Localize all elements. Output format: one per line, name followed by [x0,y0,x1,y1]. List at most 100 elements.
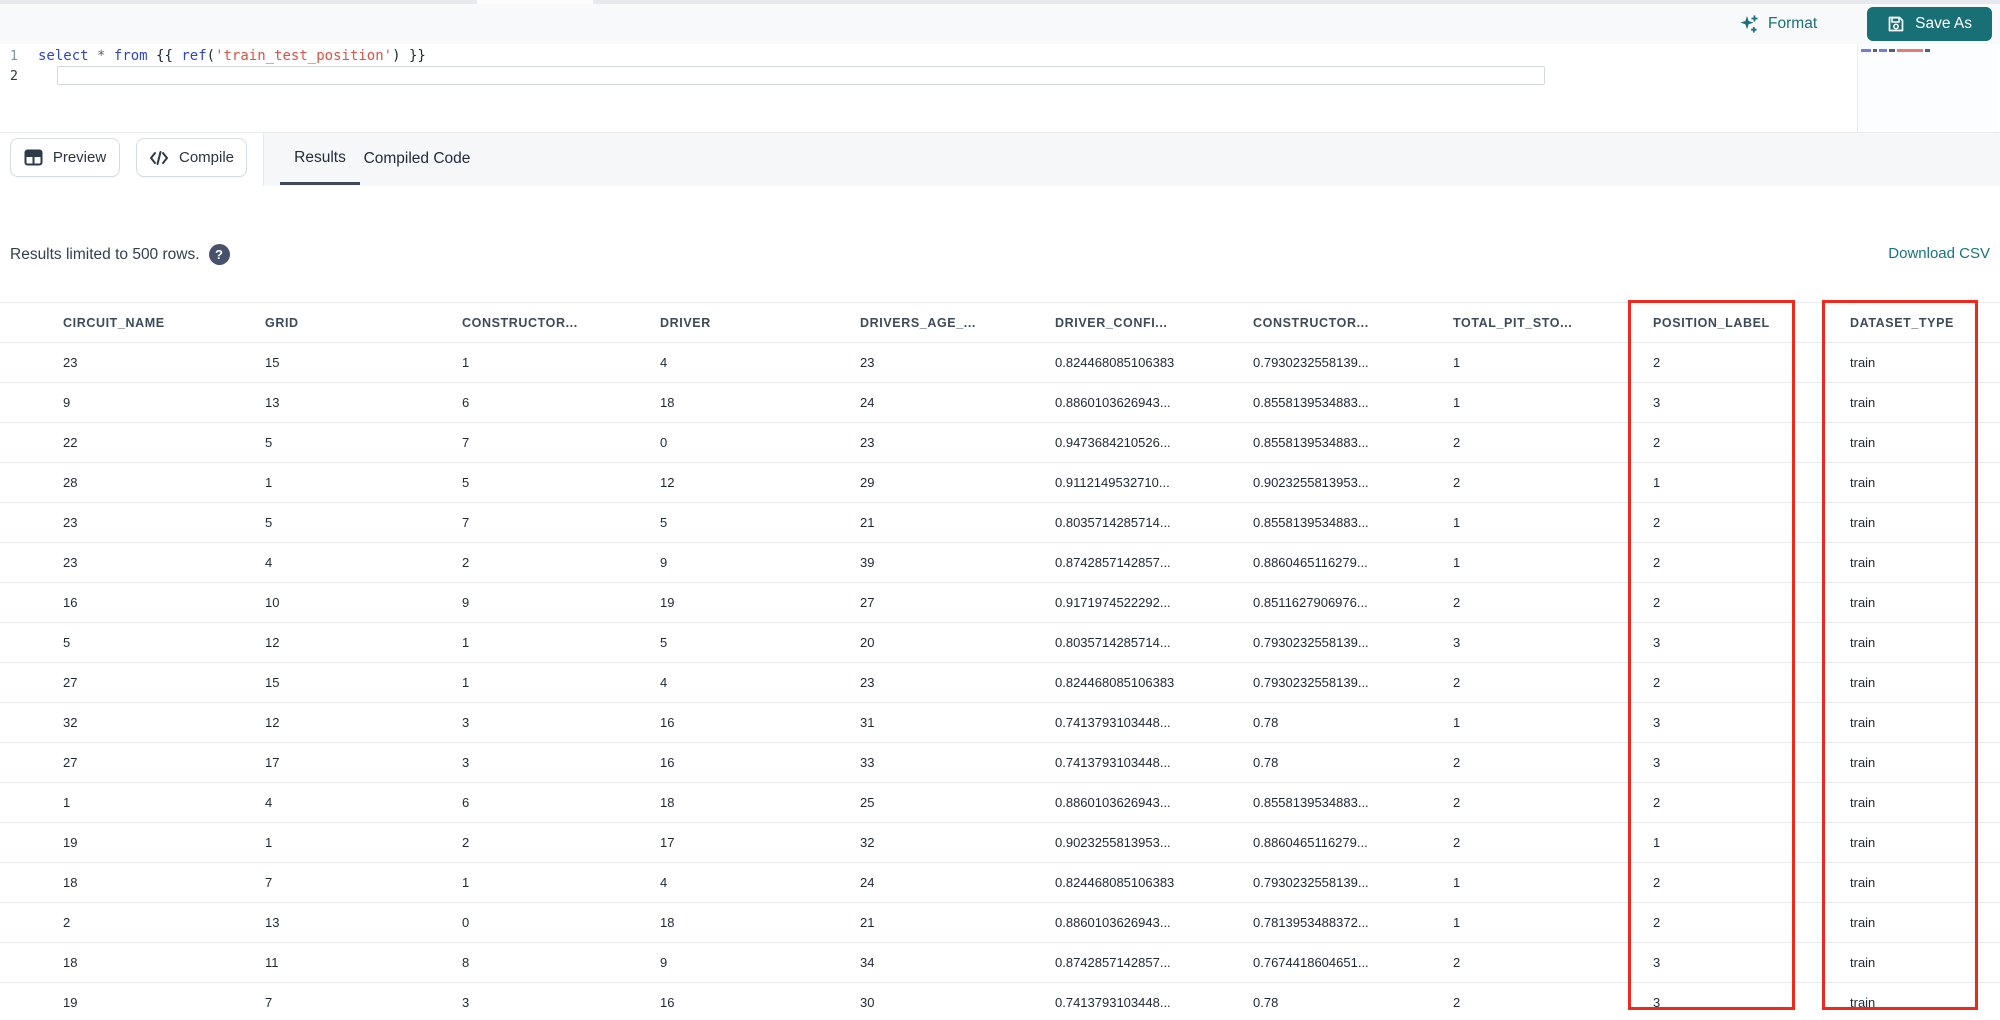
table-cell: 9 [462,595,470,610]
column-header: POSITION_LABEL [1653,315,1770,330]
table-cell: 18 [660,795,675,810]
table-cell: 16 [660,715,675,730]
table-cell: 2 [462,555,470,570]
table-cell: 33 [860,755,875,770]
table-cell: 18 [63,955,78,970]
table-cell: 19 [63,835,78,850]
table-cell: train [1850,635,1876,650]
table-cell: 27 [63,675,78,690]
table-cell: 27 [860,595,875,610]
table-cell: 5 [265,515,273,530]
code-line-1[interactable]: 1 select * from {{ ref('train_test_posit… [0,46,1850,65]
line-number-1: 1 [9,47,18,64]
column-header: CIRCUIT_NAME [63,315,165,330]
table-cell: 7 [265,875,273,890]
format-button[interactable]: Format [1739,14,1817,34]
sql-editor[interactable]: 1 select * from {{ ref('train_test_posit… [0,44,2000,132]
table-cell: 2 [1453,475,1461,490]
table-cell: 0.7674418604651... [1253,955,1369,970]
table-cell: 0.8860103626943... [1055,395,1171,410]
table-cell: 3 [1653,955,1661,970]
table-cell: train [1850,955,1876,970]
column-header: TOTAL_PIT_STO... [1453,315,1573,330]
table-row: 27 17 3 16 33 0.7413793103448... 0.78 2 3 train [0,743,2000,783]
table-cell: 23 [63,355,78,370]
table-cell: 30 [860,995,875,1010]
table-cell: 2 [1453,675,1461,690]
column-header: CONSTRUCTOR... [462,315,578,330]
table-cell: train [1850,875,1876,890]
table-cell: 0.7413793103448... [1055,995,1171,1010]
save-as-button[interactable]: Save As [1867,7,1992,41]
limit-notice-text: Results limited to 500 rows. [10,245,200,263]
help-icon[interactable]: ? [208,244,230,265]
table-cell: 0.7413793103448... [1055,755,1171,770]
table-row: 18 7 1 4 24 0.824468085106383 0.7930232558139.… [0,863,2000,903]
compile-label: Compile [178,149,235,166]
editor-toolbar: Format Save As [0,4,2000,44]
table-row: 19 7 3 16 30 0.7413793103448... 0.78 2 3 train [0,983,2000,1020]
floppy-disk-icon [1887,15,1905,33]
table-cell: 2 [1653,915,1661,930]
table-cell: 34 [860,955,875,970]
table-cell: train [1850,795,1876,810]
code-brackets-icon [149,149,169,167]
table-cell: 2 [1653,555,1661,570]
table-cell: 2 [1453,955,1461,970]
table-cell: 3 [1653,395,1661,410]
table-cell: 2 [1653,875,1661,890]
table-cell: 13 [265,395,280,410]
table-cell: 0.7413793103448... [1055,715,1171,730]
table-cell: 5 [265,435,273,450]
table-cell: 3 [1653,995,1661,1010]
table-cell: 23 [860,435,875,450]
table-cell: 9 [660,555,668,570]
table-cell: train [1850,395,1876,410]
table-cell: 2 [1453,595,1461,610]
table-cell: 0.7930232558139... [1253,675,1369,690]
preview-button[interactable]: Preview [10,138,120,177]
table-cell: 0.78 [1253,995,1279,1010]
table-cell: 0.8558139534883... [1253,795,1369,810]
tab-results[interactable]: Results [280,133,360,185]
preview-label: Preview [52,149,107,166]
table-cell: 13 [265,915,280,930]
tab-compiled-code[interactable]: Compiled Code [362,133,472,185]
table-cell: train [1850,595,1876,610]
table-cell: 2 [1653,515,1661,530]
table-cell: train [1850,915,1876,930]
code-token: }} [400,47,426,64]
table-cell: 29 [860,475,875,490]
table-cell: 1 [1453,395,1461,410]
table-cell: 1 [1453,715,1461,730]
table-cell: 21 [860,915,875,930]
table-row: 23 5 7 5 21 0.8035714285714... 0.8558139534883… [0,503,2000,543]
table-cell: 24 [860,875,875,890]
table-cell: 0 [660,435,668,450]
table-cell: 39 [860,555,875,570]
table-cell: 1 [462,875,470,890]
table-cell: 6 [462,795,470,810]
compile-button[interactable]: Compile [136,138,247,177]
table-cell: 1 [1453,915,1461,930]
table-cell: 2 [1453,795,1461,810]
table-cell: 3 [1653,635,1661,650]
table-cell: 15 [265,675,280,690]
download-csv-link[interactable]: Download CSV [1888,245,1990,262]
active-line-cursor-box[interactable] [57,66,1545,85]
editor-minimap[interactable] [1857,44,1998,132]
table-cell: 19 [63,995,78,1010]
table-cell: 12 [265,635,280,650]
table-cell: 0.9171974522292... [1055,595,1171,610]
table-cell: 0.8742857142857... [1055,555,1171,570]
table-cell: 3 [1653,755,1661,770]
results-table: CIRCUIT_NAME GRID CONSTRUCTOR... DRIVER DRIV… [0,302,2000,1020]
table-cell: 16 [63,595,78,610]
table-cell: 24 [860,395,875,410]
table-cell: 23 [860,675,875,690]
table-cell: 23 [63,515,78,530]
table-cell: 0.9112149532710... [1055,475,1170,490]
table-cell: train [1850,835,1876,850]
